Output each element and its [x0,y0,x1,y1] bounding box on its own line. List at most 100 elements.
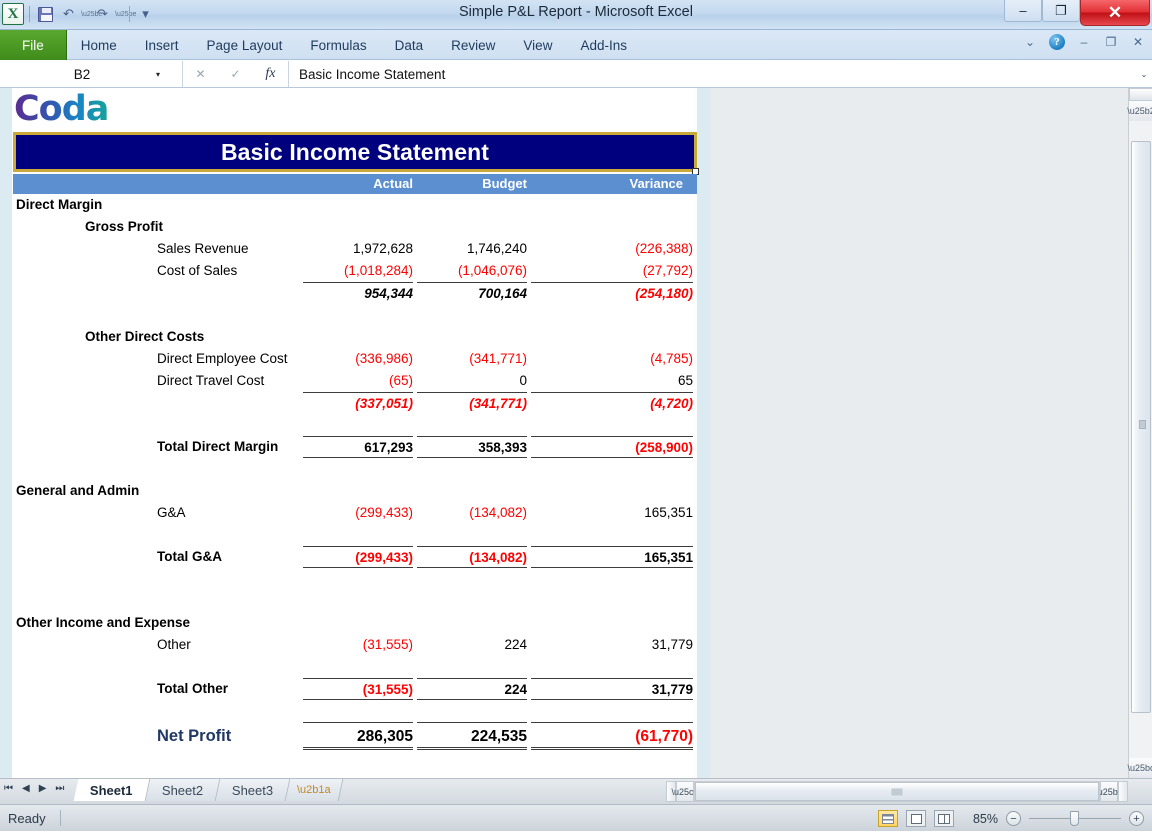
previous-sheet-icon[interactable]: ◀ [22,783,30,794]
horizontal-scroll-track[interactable] [694,781,1100,802]
close-button[interactable]: ✕ [1080,0,1150,26]
zoom-level-label[interactable]: 85% [962,812,998,826]
table-row[interactable]: Gross Profit [13,216,697,238]
close-window-icon[interactable]: ✕ [1130,35,1146,49]
zoom-slider[interactable] [1029,811,1121,826]
sheet-tab-label: Sheet2 [161,782,203,798]
insert-function-icon[interactable]: fx [265,66,275,82]
vertical-scrollbar[interactable]: \u25b2 \u25bc [1127,88,1152,778]
cancel-edit-icon[interactable]: ✕ [195,67,205,81]
vertical-split-handle[interactable] [1129,88,1152,101]
tab-file[interactable]: File [0,30,67,60]
restore-button[interactable]: ❐ [1042,0,1080,22]
report-title-cell[interactable]: Basic Income Statement [13,132,697,172]
table-row[interactable]: Total G&A (299,433) (134,082) 165,351 [13,546,697,568]
confirm-edit-icon[interactable]: ✓ [230,67,240,81]
zoom-out-button[interactable]: − [1006,811,1021,826]
table-row[interactable]: Direct Travel Cost (65) 0 65 [13,370,697,392]
name-box-dropdown-icon[interactable]: ▾ [156,70,160,79]
row-label: Direct Margin [16,197,103,212]
table-row[interactable] [13,414,697,436]
zoom-slider-thumb[interactable] [1070,811,1079,826]
table-row[interactable]: Cost of Sales (1,018,284) (1,046,076) (27,7… [13,260,697,282]
table-row[interactable]: G&A (299,433) (134,082) 165,351 [13,502,697,524]
next-sheet-icon[interactable]: ▶ [39,783,47,794]
cell-value: (1,046,076) [457,263,527,278]
cell-value [303,458,413,480]
table-row[interactable] [13,590,697,612]
vertical-scroll-thumb[interactable] [1131,141,1151,713]
scroll-right-button[interactable]: \u25b6 [1095,781,1123,802]
normal-view-button[interactable] [878,810,898,827]
table-row[interactable]: Other (31,555) 224 31,779 [13,634,697,656]
page-layout-view-icon [910,813,922,824]
tab-view[interactable]: View [509,30,566,60]
status-divider [59,810,61,826]
ribbon-right-controls: ⌄ ? – ❐ ✕ [1022,34,1146,50]
insert-worksheet-button[interactable]: \u2b1a [285,779,344,801]
table-row[interactable] [13,304,697,326]
cell-value: 700,164 [417,282,527,304]
cell-value [417,656,527,678]
cell-value [417,304,527,326]
table-row[interactable]: Total Direct Margin 617,293 358,393 (258,90… [13,436,697,458]
status-right-controls: 85% − + [878,805,1144,832]
cell-value: 617,293 [303,436,413,458]
worksheet-canvas[interactable]: Coda Basic Income Statement Actual Budge… [0,88,710,778]
collapse-ribbon-icon[interactable]: ⌄ [1022,35,1038,49]
first-sheet-icon[interactable]: ⏮ [4,783,13,794]
tab-page-layout[interactable]: Page Layout [193,30,297,60]
tab-insert[interactable]: Insert [131,30,193,60]
sheet-tab-sheet3[interactable]: Sheet3 [215,779,291,801]
table-column-headers: Actual Budget Variance [13,174,697,194]
table-row[interactable]: Direct Margin [13,194,697,216]
table-row[interactable] [13,700,697,722]
tab-review[interactable]: Review [437,30,509,60]
table-row[interactable]: (337,051) (341,771) (4,720) [13,392,697,414]
sheet-tab-sheet2[interactable]: Sheet2 [145,779,221,801]
horizontal-scrollbar[interactable]: \u25c0 \u25b6 [666,781,1128,802]
expand-formula-bar-icon[interactable]: ⌄ [1136,61,1152,87]
horizontal-split-handle-right[interactable] [1118,781,1128,802]
page-break-preview-button[interactable] [934,810,954,827]
restore-window-icon[interactable]: ❐ [1103,35,1119,49]
table-row[interactable]: Direct Employee Cost (336,986) (341,771) (4… [13,348,697,370]
formula-input[interactable]: Basic Income Statement [289,61,1136,87]
table-row[interactable] [13,458,697,480]
tab-formulas[interactable]: Formulas [296,30,380,60]
table-row[interactable]: Other Direct Costs [13,326,697,348]
cell-value [417,216,527,238]
zoom-in-button[interactable]: + [1129,811,1144,826]
table-row[interactable] [13,524,697,546]
cell-value [303,700,413,722]
last-sheet-icon[interactable]: ⏭ [55,783,64,794]
name-box[interactable]: B2 ▾ [0,61,183,87]
cell-value [531,194,693,216]
table-row[interactable]: General and Admin [13,480,697,502]
sheet-tab-bar: ⏮ ◀ ▶ ⏭ Sheet1 Sheet2 Sheet3 \u2b1a \u25… [0,778,1152,804]
table-row[interactable]: Total Other (31,555) 224 31,779 [13,678,697,700]
minimize-window-icon[interactable]: – [1076,35,1092,49]
row-label: General and Admin [16,483,140,498]
table-row[interactable]: Net Profit 286,305 224,535 (61,770) [13,722,697,750]
table-row[interactable] [13,568,697,590]
scroll-left-button[interactable]: \u25c0 [671,781,699,802]
tab-add-ins[interactable]: Add-Ins [566,30,641,60]
sheet-tab-sheet1[interactable]: Sheet1 [73,779,150,801]
help-icon[interactable]: ? [1049,34,1065,50]
page-layout-view-button[interactable] [906,810,926,827]
scroll-up-button[interactable]: \u25b2 [1127,101,1152,121]
tab-home[interactable]: Home [67,30,131,60]
cell-value: 224 [417,678,527,700]
table-row[interactable]: 954,344 700,164 (254,180) [13,282,697,304]
scroll-down-button[interactable]: \u25bc [1127,758,1152,778]
page-break-preview-icon [938,813,950,824]
tab-data[interactable]: Data [381,30,438,60]
table-row[interactable] [13,656,697,678]
table-row[interactable]: Sales Revenue 1,972,628 1,746,240 (226,388) [13,238,697,260]
minimize-button[interactable]: – [1004,0,1042,22]
cell-value: (341,771) [469,351,527,366]
horizontal-scroll-thumb[interactable] [695,782,1099,801]
table-row[interactable]: Other Income and Expense [13,612,697,634]
row-label: Other [157,637,191,652]
